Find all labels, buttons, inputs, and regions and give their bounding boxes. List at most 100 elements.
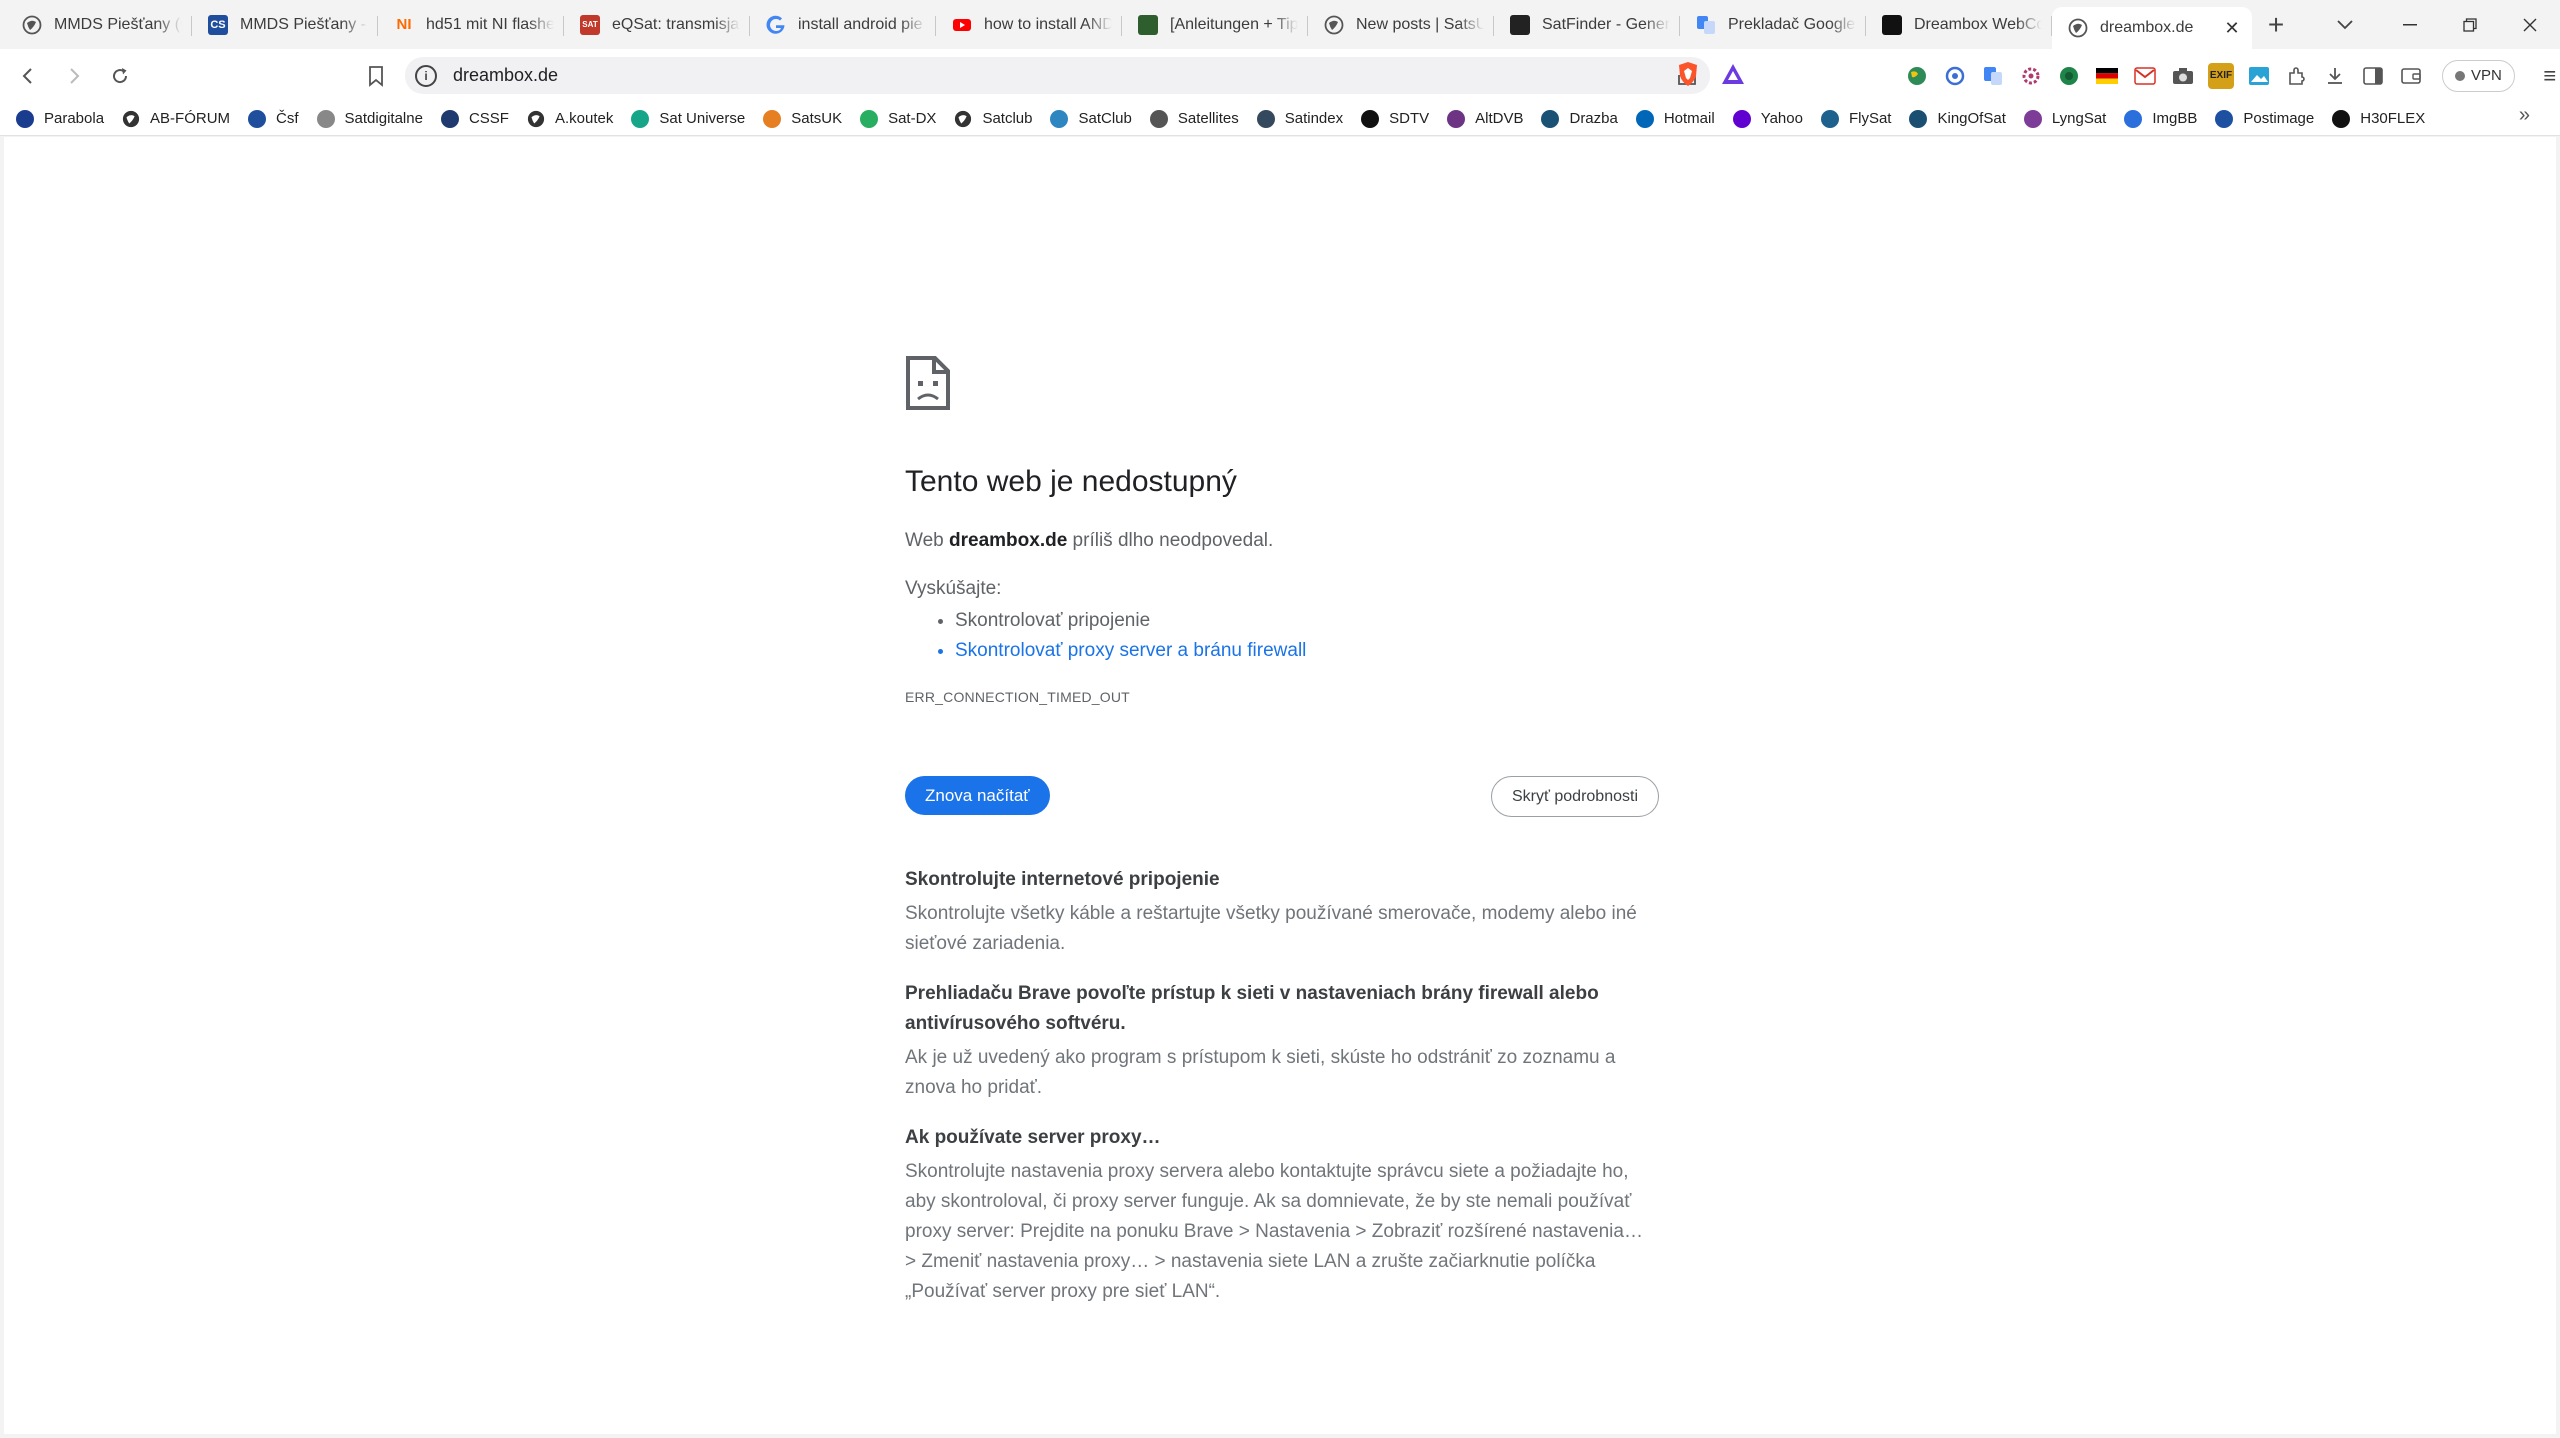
bookmark-altdvb[interactable]: AltDVB <box>1445 104 1533 134</box>
tab-title: install android pie o <box>798 15 926 33</box>
bookmark-flysat[interactable]: FlySat <box>1819 104 1902 134</box>
bookmark-satclub[interactable]: Satclub <box>952 104 1042 134</box>
restore-button[interactable] <box>2440 0 2500 49</box>
bookmark-imgbb[interactable]: ImgBB <box>2122 104 2207 134</box>
menu-icon[interactable]: ≡ <box>2535 61 2560 91</box>
close-icon[interactable]: ✕ <box>2222 18 2242 38</box>
bookmark--sf[interactable]: Čsf <box>246 104 309 134</box>
tab-4[interactable]: install android pie o <box>750 6 936 44</box>
bookmark-satdigitalne[interactable]: Satdigitalne <box>315 104 433 134</box>
ni-icon: NI <box>396 16 412 33</box>
brave-rewards-icon[interactable] <box>1720 62 1746 86</box>
picture-extension-icon[interactable] <box>2246 63 2272 89</box>
bookmark-sat-dx[interactable]: Sat-DX <box>858 104 946 134</box>
bookmark-parabola[interactable]: Parabola <box>14 104 114 134</box>
desc-prefix: Web <box>905 530 950 551</box>
site-info-icon[interactable]: i <box>415 64 437 87</box>
bookmark-sdtv[interactable]: SDTV <box>1359 104 1439 134</box>
chevron-down-icon[interactable] <box>2320 0 2370 49</box>
bookmark-h30flex[interactable]: H30FLEX <box>2330 104 2435 134</box>
toolbar: i dreambox.de EXIF VPN ≡ <box>0 49 2560 102</box>
address-bar[interactable]: i dreambox.de <box>405 57 1710 94</box>
reload-button[interactable] <box>102 58 138 94</box>
tab-0[interactable]: MMDS Piešťany (OI <box>6 6 192 44</box>
download-icon[interactable] <box>2322 63 2348 89</box>
tab-6[interactable]: [Anleitungen + Tipp <box>1122 6 1308 44</box>
new-tab-button[interactable]: + <box>2256 5 2296 45</box>
bookmark-label: SatClub <box>1078 110 1132 127</box>
tab-10[interactable]: Dreambox WebCon <box>1866 6 2052 44</box>
bookmark-lyngsat[interactable]: LyngSat <box>2022 104 2117 134</box>
tab-1[interactable]: CS MMDS Piešťany - Č <box>192 6 378 44</box>
bookmark-satsuk[interactable]: SatsUK <box>761 104 852 134</box>
green-globe-extension-icon[interactable] <box>2056 63 2082 89</box>
bookmark-hotmail[interactable]: Hotmail <box>1634 104 1725 134</box>
vpn-button[interactable]: VPN <box>2442 59 2515 92</box>
tab-7[interactable]: New posts | SatsUK <box>1308 6 1494 44</box>
url-text[interactable]: dreambox.de <box>453 65 558 86</box>
bookmark-icon[interactable] <box>366 65 386 87</box>
bookmark-label: Satdigitalne <box>344 110 423 127</box>
bookmark-label: SDTV <box>1389 110 1430 127</box>
tab-2[interactable]: NI hd51 mit NI flashen <box>378 6 564 44</box>
hide-details-button[interactable]: Skryť podrobnosti <box>1490 776 1659 817</box>
tab-3[interactable]: SAT eQSat: transmisja d <box>564 6 750 44</box>
bookmark-label: Yahoo <box>1760 110 1803 127</box>
globe-icon <box>2068 18 2088 38</box>
puzzle-icon[interactable] <box>2284 63 2310 89</box>
wallet-icon[interactable] <box>2398 63 2424 89</box>
postimage-icon <box>2215 109 2234 128</box>
lyngsat-icon <box>2023 109 2042 128</box>
globe-icon <box>22 15 42 35</box>
bookmark-sat-universe[interactable]: Sat Universe <box>629 104 755 134</box>
bookmarks-bar: Parabola AB-FÓRUM Čsf Satdigitalne CSSF A.kou… <box>0 102 2560 136</box>
bookmark-satellites[interactable]: Satellites <box>1148 104 1249 134</box>
flysat-icon <box>1820 109 1839 128</box>
bookmark-a-koutek[interactable]: A.koutek <box>525 104 623 134</box>
bookmark-label: SatsUK <box>791 110 843 127</box>
details-section: Skontrolujte internetové pripojenie Skon… <box>905 865 1659 1327</box>
settings-extension-icon[interactable] <box>2018 63 2044 89</box>
parabola-icon <box>16 109 34 128</box>
tab-5[interactable]: how to install ANDR <box>936 6 1122 44</box>
bookmark-label: ImgBB <box>2152 110 2198 127</box>
forward-button[interactable] <box>56 58 92 94</box>
earth-extension-icon[interactable] <box>1904 63 1930 89</box>
flag-de-extension-icon[interactable] <box>2094 63 2120 89</box>
gmail-extension-icon[interactable] <box>2132 63 2158 89</box>
tab-8[interactable]: SatFinder - General <box>1494 6 1680 44</box>
tab-title: Prekladač Google <box>1728 15 1856 33</box>
bookmark-postimage[interactable]: Postimage <box>2213 104 2324 134</box>
camera-extension-icon[interactable] <box>2170 63 2196 89</box>
globe-icon <box>527 110 545 128</box>
chevron-double-right-icon[interactable]: » <box>2519 104 2530 127</box>
bookmark-yahoo[interactable]: Yahoo <box>1731 104 1813 134</box>
detail-body: Ak je už uvedený ako program s prístupom… <box>905 1047 1616 1098</box>
tab-active[interactable]: dreambox.de ✕ <box>2052 7 2252 49</box>
tab-9[interactable]: Prekladač Google <box>1680 6 1866 44</box>
back-button[interactable] <box>10 58 46 94</box>
translate-icon <box>1696 15 1716 35</box>
close-window-button[interactable] <box>2500 0 2560 49</box>
satellites-icon <box>1149 109 1168 128</box>
reload-page-button[interactable]: Znova načítať <box>905 776 1050 815</box>
tab-title: dreambox.de <box>2100 19 2194 36</box>
bookmark-satclub[interactable]: SatClub <box>1048 104 1141 134</box>
bookmark-label: Hotmail <box>1663 110 1715 127</box>
bookmark-satindex[interactable]: Satindex <box>1255 104 1353 134</box>
detail-heading: Prehliadaču Brave povoľte prístup k siet… <box>905 983 1599 1034</box>
tab-title: SatFinder - General <box>1542 15 1670 33</box>
bookmark-cssf[interactable]: CSSF <box>439 104 519 134</box>
exif-extension-icon[interactable]: EXIF <box>2208 62 2234 89</box>
tab-title: MMDS Piešťany - Č <box>240 15 368 33</box>
brave-shield-icon[interactable] <box>1676 61 1700 87</box>
translate-extension-icon[interactable] <box>1980 63 2006 89</box>
minimize-button[interactable] <box>2380 0 2440 49</box>
bookmark-kingofsat[interactable]: KingOfSat <box>1907 104 2015 134</box>
circle-extension-icon[interactable] <box>1942 63 1968 89</box>
bookmark-ab-f-rum[interactable]: AB-FÓRUM <box>120 104 240 134</box>
sidebar-icon[interactable] <box>2360 63 2386 89</box>
suggestion-check-proxy-link[interactable]: Skontrolovať proxy server a bránu firewa… <box>955 636 1306 666</box>
bookmark-drazba[interactable]: Drazba <box>1539 104 1627 134</box>
satsuk-icon <box>763 109 782 128</box>
